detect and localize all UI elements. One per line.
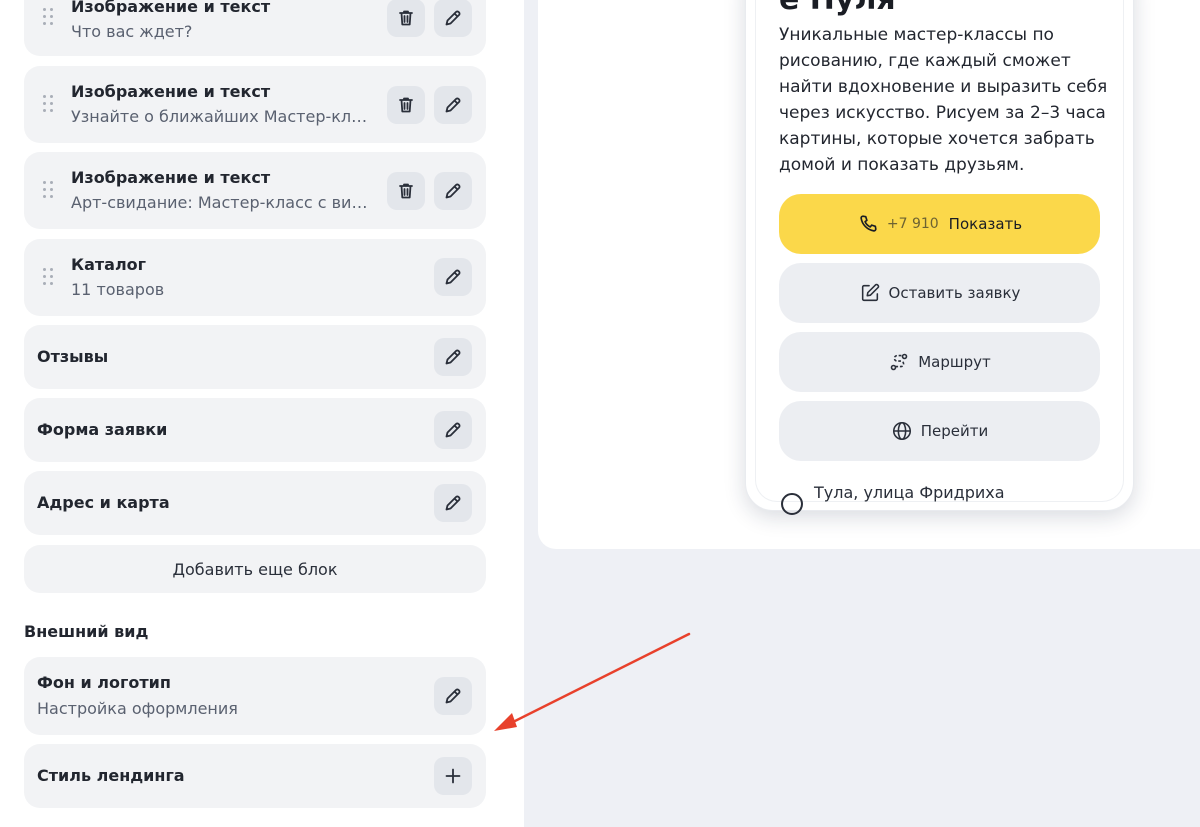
edit-button[interactable]	[434, 677, 472, 715]
route-icon	[890, 353, 908, 371]
go-button-label: Перейти	[920, 422, 989, 440]
block-subtitle: Настройка оформления	[37, 699, 238, 718]
block-title: Адрес и карта	[37, 493, 170, 512]
edit-button[interactable]	[434, 338, 472, 376]
trash-icon	[399, 10, 413, 26]
block-title: Изображение и текст	[71, 168, 271, 187]
block-card-image-text-3[interactable]: Изображение и текст Арт-свидание: Мастер…	[24, 152, 486, 229]
block-card-image-text-1[interactable]: Изображение и текст Что вас ждет?	[24, 0, 486, 56]
block-subtitle: 11 товаров	[71, 280, 165, 299]
drag-handle-icon[interactable]	[41, 8, 55, 26]
appearance-card-landing-style[interactable]: Стиль лендинга	[24, 744, 486, 808]
delete-button[interactable]	[387, 86, 425, 124]
edit-button[interactable]	[434, 411, 472, 449]
request-button[interactable]: Оставить заявку	[779, 263, 1100, 323]
edit-button[interactable]	[434, 86, 472, 124]
trash-icon	[399, 183, 413, 199]
route-button-label: Маршрут	[918, 353, 991, 371]
drag-handle-icon[interactable]	[41, 95, 55, 113]
edit-button[interactable]	[434, 258, 472, 296]
block-subtitle: Узнайте о ближайших Мастер-класс...	[71, 107, 376, 126]
show-number-label: Показать	[948, 215, 1023, 233]
block-card-request-form[interactable]: Форма заявки	[24, 398, 486, 462]
block-title: Каталог	[71, 255, 147, 274]
delete-button[interactable]	[387, 172, 425, 210]
pencil-icon	[445, 349, 461, 365]
block-title: Форма заявки	[37, 420, 168, 439]
pencil-icon	[445, 495, 461, 511]
edit-square-icon	[861, 283, 879, 302]
pencil-icon	[445, 97, 461, 113]
landing-description: Уникальные мастер-классы по рисованию, г…	[779, 25, 1108, 175]
edit-button[interactable]	[434, 172, 472, 210]
edit-button[interactable]	[434, 0, 472, 37]
block-title: Изображение и текст	[71, 82, 271, 101]
route-button[interactable]: Маршрут	[779, 332, 1100, 392]
address-text: Тула, улица Фридриха	[814, 483, 1005, 502]
block-subtitle: Что вас ждет?	[71, 22, 193, 41]
edit-button[interactable]	[434, 484, 472, 522]
block-card-image-text-2[interactable]: Изображение и текст Узнайте о ближайших …	[24, 66, 486, 143]
block-title: Стиль лендинга	[37, 766, 185, 785]
add-block-button[interactable]: Добавить еще блок	[24, 545, 486, 593]
call-button[interactable]: +7 910 Показать	[779, 194, 1100, 254]
plus-icon	[445, 768, 461, 784]
block-title: Отзывы	[37, 347, 109, 366]
delete-button[interactable]	[387, 0, 425, 37]
block-title: Изображение и текст	[71, 0, 271, 16]
pencil-icon	[445, 422, 461, 438]
request-button-label: Оставить заявку	[888, 284, 1021, 302]
block-card-address-map[interactable]: Адрес и карта	[24, 471, 486, 535]
block-card-reviews[interactable]: Отзывы	[24, 325, 486, 389]
drag-handle-icon[interactable]	[41, 268, 55, 286]
editor-panel: Изображение и текст Что вас ждет? Изобра…	[0, 0, 524, 827]
phone-number: +7 910	[886, 216, 939, 232]
drag-handle-icon[interactable]	[41, 181, 55, 199]
appearance-card-background-logo[interactable]: Фон и логотип Настройка оформления	[24, 657, 486, 735]
globe-icon	[892, 421, 911, 441]
block-subtitle: Арт-свидание: Мастер-класс с вином	[71, 193, 376, 212]
pencil-icon	[445, 269, 461, 285]
block-title: Фон и логотип	[37, 673, 171, 692]
pencil-icon	[445, 688, 461, 704]
pencil-icon	[445, 183, 461, 199]
phone-icon	[860, 215, 877, 232]
trash-icon	[399, 97, 413, 113]
landing-heading: е Пуля	[779, 0, 896, 17]
add-style-button[interactable]	[434, 757, 472, 795]
block-card-catalog[interactable]: Каталог 11 товаров	[24, 239, 486, 316]
go-button[interactable]: Перейти	[779, 401, 1100, 461]
pencil-icon	[445, 10, 461, 26]
appearance-section-heading: Внешний вид	[24, 622, 149, 641]
location-icon	[781, 493, 803, 515]
